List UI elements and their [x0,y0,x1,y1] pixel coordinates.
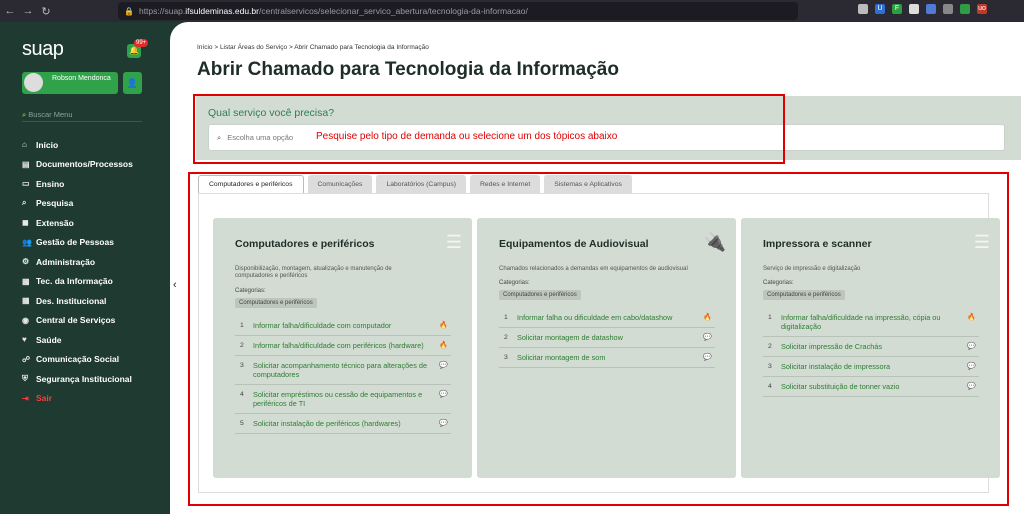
forward-icon[interactable]: → [20,5,36,17]
sidebar-item-label: Tec. da Informação [36,276,113,287]
sidebar-item-icon: ♥ [22,335,27,345]
sidebar-item[interactable]: ▦ Des. Institucional [22,291,162,311]
sidebar-item-label: Extensão [36,217,74,228]
sidebar-item[interactable]: ⌕ Pesquisa [22,194,162,214]
notification-badge: 99+ [134,39,149,47]
sidebar-item-icon: ⇥ [22,393,29,403]
sidebar-item[interactable]: ▭ Ensino [22,174,162,194]
breadcrumb[interactable]: Início > Listar Áreas do Serviço > Abrir… [197,44,429,51]
sidebar-item-label: Pesquisa [36,198,74,209]
collapse-sidebar-icon[interactable]: ‹ [173,279,177,291]
sidebar-item-label: Des. Institucional [36,295,107,306]
sidebar-item[interactable]: ⛨ Segurança Institucional [22,369,162,389]
sidebar-item[interactable]: ⇥ Sair [22,389,162,409]
sidebar-item-icon: ▭ [22,179,30,189]
url-path: /centralservicos/selecionar_servico_aber… [259,6,528,16]
browser-toolbar: ← → ↻ 🔒 https://suap. ifsuldeminas.edu.br… [0,0,1024,22]
menu-search-input[interactable]: ⌕ Buscar Menu [22,110,142,122]
extension-icon[interactable] [960,4,970,14]
sidebar-item[interactable]: ▦ Tec. da Informação [22,272,162,292]
main-area: ‹ Início > Listar Áreas do Serviço > Abr… [170,22,1024,514]
search-icon: ⌕ [22,110,27,119]
content-panel: ‹ Início > Listar Áreas do Serviço > Abr… [170,22,1024,514]
extension-icon[interactable] [943,4,953,14]
sidebar-item-label: Administração [36,256,96,267]
sidebar-item[interactable]: ⌂ Início [22,135,162,155]
address-bar[interactable]: 🔒 https://suap. ifsuldeminas.edu.br/centr… [118,2,798,20]
highlight-box-topics [188,172,1009,506]
sidebar-item-icon: ◼ [22,218,29,228]
sidebar-item-label: Início [36,139,59,150]
sidebar-item-label: Documentos/Processos [36,159,133,170]
menu-search-placeholder: Buscar Menu [28,110,73,119]
sidebar-item[interactable]: ◉ Central de Serviços [22,311,162,331]
sidebar-item-label: Segurança Institucional [36,373,132,384]
extension-icon[interactable]: U [875,4,885,14]
sidebar-menu: ⌂ Início ▤ Documentos/Processos ▭ Ensino ⌕ Pesq… [22,135,162,408]
sidebar-item[interactable]: ▤ Documentos/Processos [22,155,162,175]
avatar [24,73,43,92]
extension-icon[interactable] [909,4,919,14]
sidebar-item-label: Comunicação Social [36,354,120,365]
sidebar-item-label: Saúde [36,334,62,345]
sidebar-item-label: Gestão de Pessoas [36,237,114,248]
sidebar-item-icon: ⌕ [22,198,27,208]
sidebar-item-label: Ensino [36,178,65,189]
sidebar-item[interactable]: ♥ Saúde [22,330,162,350]
sidebar-item-label: Central de Serviços [36,315,116,326]
sidebar-item-icon: ▦ [22,296,30,306]
url-prefix: https://suap. [138,6,186,16]
lock-icon: 🔒 [124,6,134,16]
user-profile[interactable]: Robson Mendonca [22,72,118,94]
sidebar: suap 🔔 99+ Robson Mendonca 👤 ⌕ Buscar Me… [0,22,170,514]
extension-icon[interactable]: uo [977,4,987,14]
sidebar-item-icon: ⌂ [22,140,27,150]
back-icon[interactable]: ← [2,5,18,17]
reload-icon[interactable]: ↻ [38,5,54,18]
page-title: Abrir Chamado para Tecnologia da Informa… [197,59,619,80]
sidebar-item[interactable]: ◼ Extensão [22,213,162,233]
extensions-bar: U Fuo [858,4,987,14]
url-host: ifsuldeminas.edu.br [185,6,259,16]
extension-icon[interactable]: F [892,4,902,14]
user-name: Robson Mendonca [52,75,111,82]
sidebar-item[interactable]: ⚙ Administração [22,252,162,272]
sidebar-item-icon: ◉ [22,315,29,325]
user-icon[interactable]: 👤 [123,72,142,94]
sidebar-item-icon: ▦ [22,276,30,286]
sidebar-item[interactable]: ☍ Comunicação Social [22,350,162,370]
suap-logo[interactable]: suap [22,38,64,61]
sidebar-item-icon: 👥 [22,237,32,247]
extension-icon[interactable] [926,4,936,14]
sidebar-item-icon: ☍ [22,354,31,364]
highlight-box-search [193,94,785,164]
sidebar-item-icon: ▤ [22,159,30,169]
sidebar-item-icon: ⚙ [22,257,30,267]
extension-icon[interactable] [858,4,868,14]
sidebar-item[interactable]: 👥 Gestão de Pessoas [22,233,162,253]
sidebar-item-icon: ⛨ [22,373,28,383]
sidebar-item-label: Sair [36,393,53,404]
